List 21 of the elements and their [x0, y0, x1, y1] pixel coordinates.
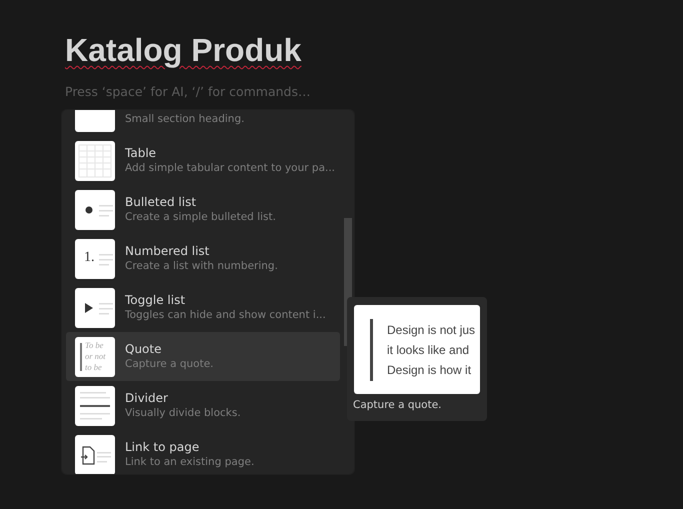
menu-item[interactable]: 1. Numbered list Create a list with numbering. [66, 234, 340, 283]
number-block-icon: 1. [75, 238, 115, 278]
menu-item[interactable]: Divider Visually divide blocks. [66, 381, 340, 430]
link-block-icon [75, 434, 115, 474]
toggle-block-icon [75, 288, 115, 328]
quote-line: it looks like and [387, 342, 470, 359]
quote-line: Design is how it [387, 362, 472, 379]
quote-line: Design is not jus [387, 322, 476, 339]
menu-item[interactable]: To be or not to be Quote Capture a quote. [66, 332, 340, 381]
bullet-block-icon [75, 190, 115, 230]
menu-item[interactable]: Bulleted list Create a simple bulleted list. [66, 185, 340, 234]
menu-item[interactable]: Small section heading. [66, 110, 340, 136]
menu-item[interactable]: Toggle list Toggles can hide and show content i... [66, 283, 340, 332]
divider-block-icon [75, 386, 115, 426]
preview-caption: Capture a quote. [353, 399, 443, 411]
quote-block-icon: To be or not to be [75, 336, 115, 376]
page-title[interactable]: Katalog Produk [65, 30, 302, 70]
menu-item[interactable]: Table Add simple tabular content to your pa... [66, 136, 340, 185]
menu-item[interactable]: Link to page Link to an existing page. [66, 430, 340, 474]
table-block-icon [75, 140, 115, 180]
placeholder-text: Press ‘space’ for AI, ‘/’ for commands… [65, 84, 312, 100]
